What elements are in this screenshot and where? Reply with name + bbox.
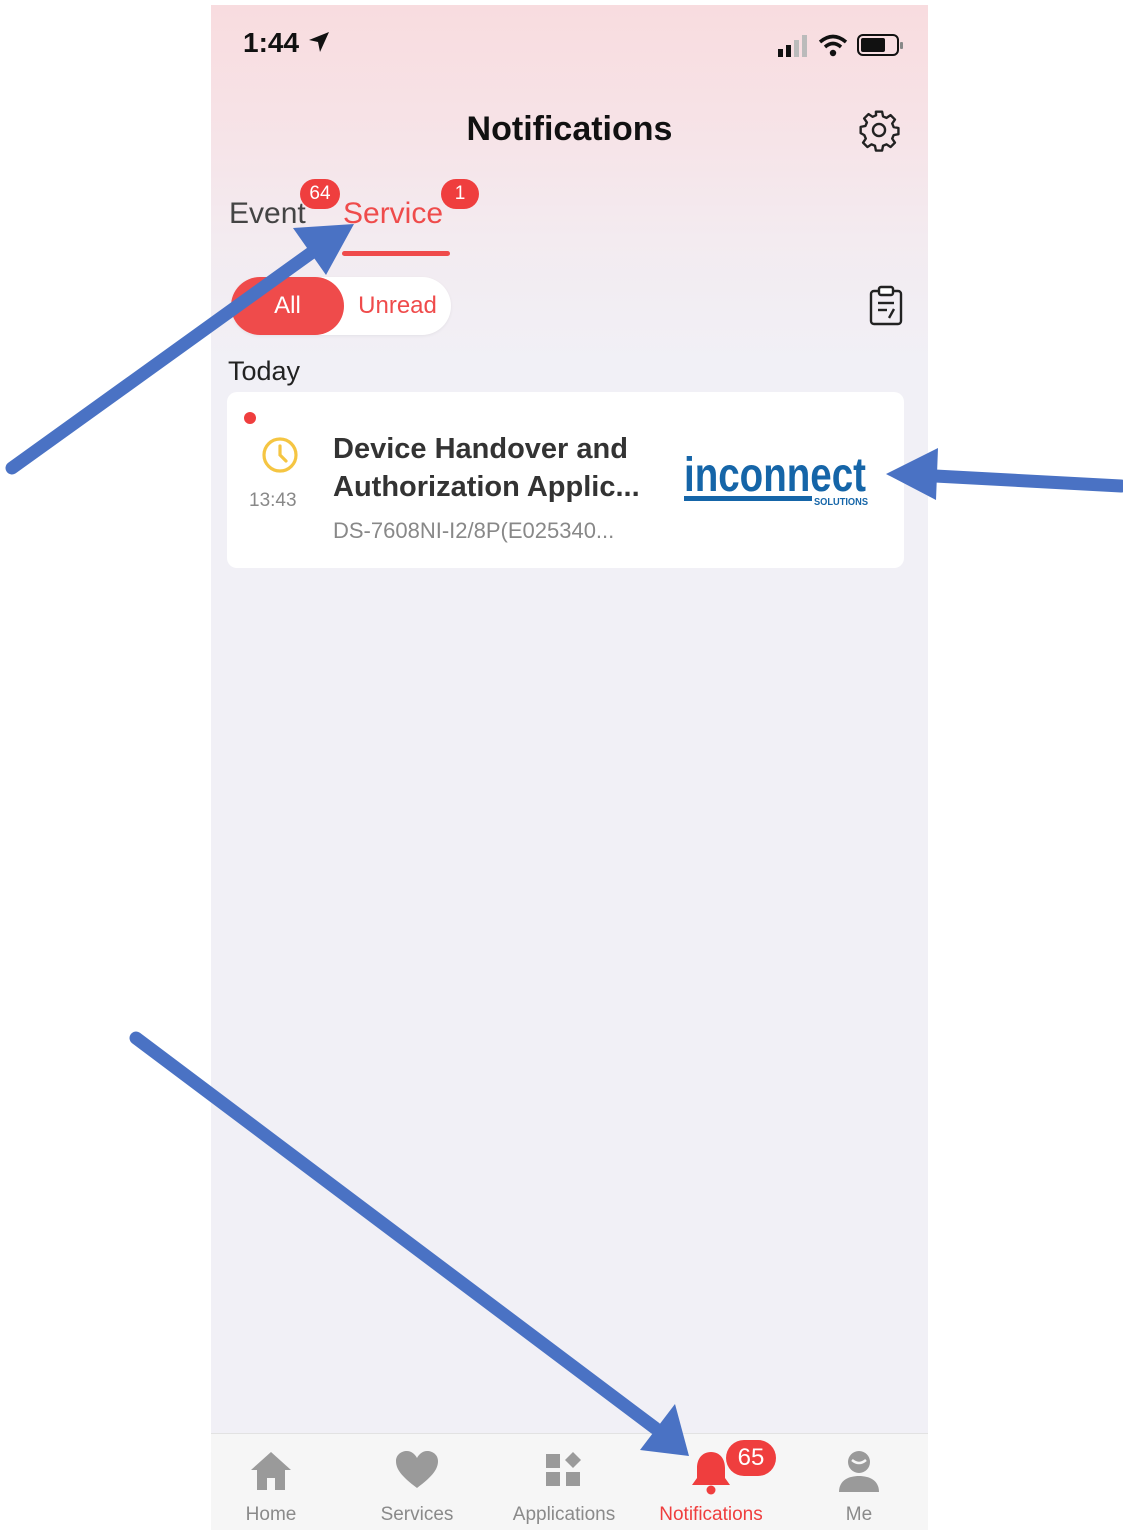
annotation-arrow-notifications	[129, 1031, 689, 1456]
annotation-arrow-logo	[886, 448, 1123, 500]
annotation-arrow-service	[5, 224, 354, 475]
annotation-arrows	[5, 224, 1123, 1456]
